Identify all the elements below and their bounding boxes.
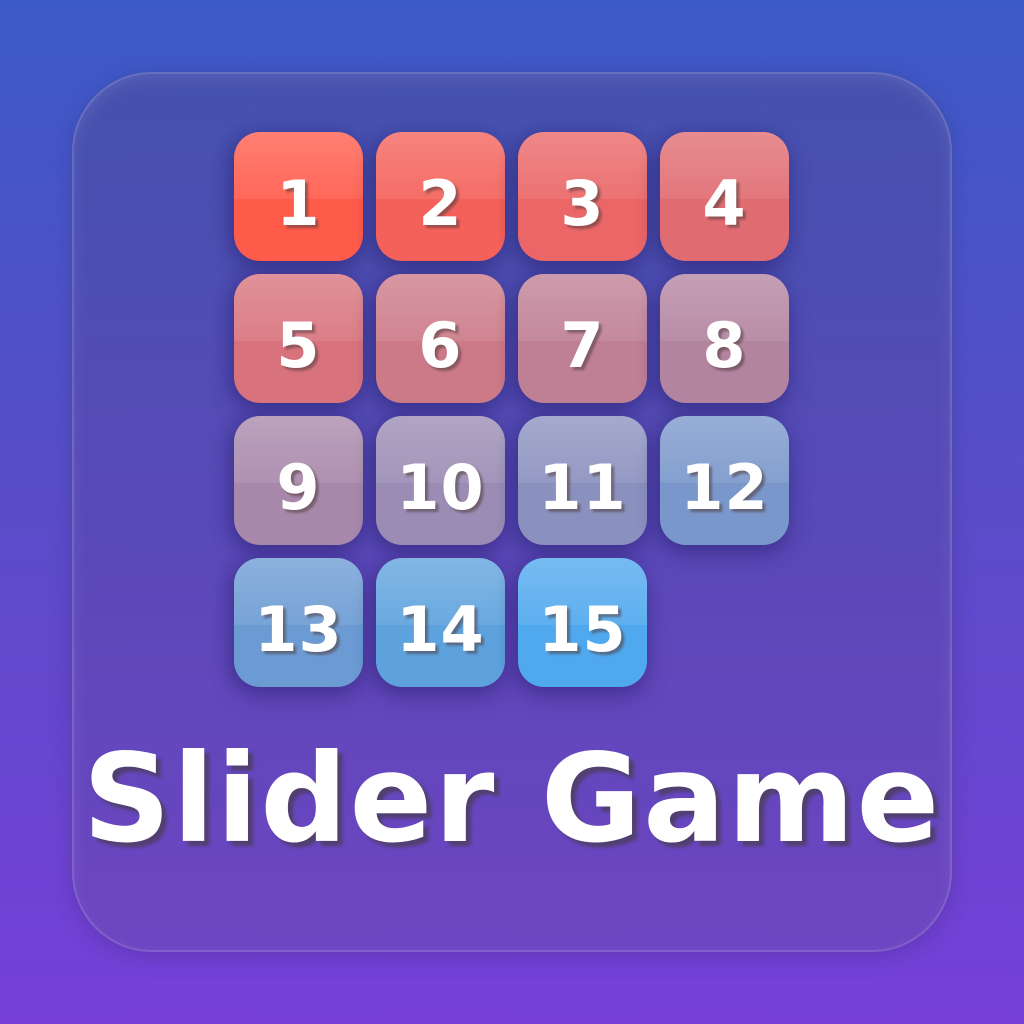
tile-number: 9	[276, 451, 321, 524]
tile-number: 11	[538, 451, 627, 524]
tile-number: 13	[254, 593, 343, 666]
tile-13[interactable]: 13	[234, 558, 363, 687]
tile-number: 10	[396, 451, 485, 524]
tile-number: 12	[680, 451, 769, 524]
tile-number: 3	[560, 167, 605, 240]
tile-10[interactable]: 10	[376, 416, 505, 545]
tile-9[interactable]: 9	[234, 416, 363, 545]
tile-14[interactable]: 14	[376, 558, 505, 687]
tile-6[interactable]: 6	[376, 274, 505, 403]
tile-3[interactable]: 3	[518, 132, 647, 261]
tile-1[interactable]: 1	[234, 132, 363, 261]
tile-4[interactable]: 4	[660, 132, 789, 261]
tile-11[interactable]: 11	[518, 416, 647, 545]
tile-8[interactable]: 8	[660, 274, 789, 403]
tile-number: 2	[418, 167, 463, 240]
tile-number: 1	[276, 167, 321, 240]
tile-number: 7	[560, 309, 605, 382]
tile-number: 15	[538, 593, 627, 666]
tile-15[interactable]: 15	[518, 558, 647, 687]
empty-slot[interactable]	[660, 558, 789, 687]
puzzle-board: 1 2 3 4 5 6 7 8 9 10 11 12 13 14 15	[234, 132, 789, 687]
tile-5[interactable]: 5	[234, 274, 363, 403]
game-title: Slider Game	[82, 728, 942, 870]
tile-number: 6	[418, 309, 463, 382]
tile-number: 5	[276, 309, 321, 382]
tile-7[interactable]: 7	[518, 274, 647, 403]
tile-2[interactable]: 2	[376, 132, 505, 261]
tile-number: 4	[702, 167, 747, 240]
tile-number: 14	[396, 593, 485, 666]
tile-12[interactable]: 12	[660, 416, 789, 545]
tile-number: 8	[702, 309, 747, 382]
